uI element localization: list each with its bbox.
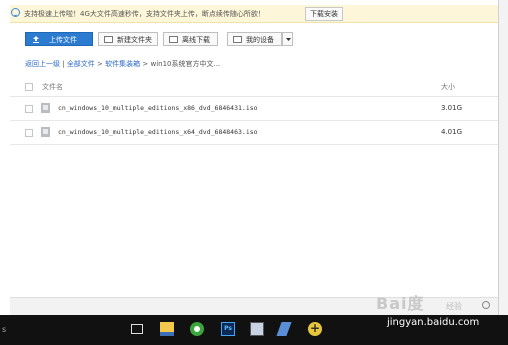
- column-header-name[interactable]: 文件名: [42, 82, 63, 92]
- table-header: 文件名 大小: [10, 77, 498, 97]
- my-device-label: 我的设备: [246, 36, 274, 44]
- row-checkbox[interactable]: [25, 105, 33, 113]
- caret-down-icon: [286, 38, 291, 41]
- upload-file-button[interactable]: 上传文件: [25, 32, 93, 46]
- file-icon: [41, 103, 50, 113]
- app-window-icon[interactable]: [250, 322, 264, 336]
- breadcrumb-arrow: >: [140, 60, 151, 68]
- row-checkbox[interactable]: [25, 129, 33, 137]
- status-strip: [10, 297, 498, 316]
- netdisk-window: 支持极速上传啦！4G大文件高速秒传，支持文件夹上传，断点续传随心所欲！ 下载安装…: [0, 0, 499, 316]
- refresh-icon[interactable]: [482, 301, 490, 309]
- upload-label: 上传文件: [49, 36, 77, 44]
- breadcrumb-separator: |: [60, 60, 67, 68]
- breadcrumb: 返回上一级 | 全部文件 > 软件集装箱 > win10系统官方中文...: [25, 59, 220, 69]
- notice-text: 支持极速上传啦！4G大文件高速秒传，支持文件夹上传，断点续传随心所欲！: [24, 10, 265, 18]
- feather-app-icon[interactable]: [276, 322, 292, 336]
- device-icon: [233, 36, 242, 43]
- plus-app-icon[interactable]: +: [308, 322, 322, 336]
- smile-icon: [11, 8, 20, 17]
- select-all-checkbox[interactable]: [25, 83, 33, 91]
- file-explorer-icon[interactable]: [160, 322, 174, 336]
- file-icon: [41, 127, 50, 137]
- breadcrumb-arrow: >: [94, 60, 106, 68]
- browser-icon[interactable]: [190, 322, 204, 336]
- folder-icon: [104, 36, 113, 43]
- window-edge: [499, 0, 508, 315]
- device-dropdown-toggle[interactable]: [282, 32, 293, 46]
- notice-bar: 支持极速上传啦！4G大文件高速秒传，支持文件夹上传，断点续传随心所欲！ 下载安装: [10, 5, 498, 23]
- offline-download-label: 离线下载: [182, 36, 210, 44]
- file-name[interactable]: cn_windows_10_multiple_editions_x64_dvd_…: [58, 128, 258, 136]
- column-header-size[interactable]: 大小: [441, 82, 455, 92]
- breadcrumb-back-link[interactable]: 返回上一级: [25, 60, 60, 68]
- breadcrumb-folder-link[interactable]: 软件集装箱: [105, 60, 140, 68]
- my-device-button[interactable]: 我的设备: [227, 32, 282, 46]
- breadcrumb-current: win10系统官方中文...: [150, 60, 221, 68]
- new-folder-button[interactable]: 新建文件夹: [98, 32, 158, 46]
- site-watermark: jingyan.baidu.com: [387, 317, 480, 328]
- table-row[interactable]: cn_windows_10_multiple_editions_x64_dvd_…: [10, 121, 498, 145]
- upload-icon: [33, 36, 39, 43]
- task-view-icon[interactable]: [131, 324, 143, 334]
- file-name[interactable]: cn_windows_10_multiple_editions_x86_dvd_…: [58, 104, 258, 112]
- photoshop-icon[interactable]: Ps: [221, 322, 235, 336]
- taskbar-left-text: s: [2, 325, 7, 334]
- watermark-tail: 经验: [446, 302, 462, 311]
- offline-download-button[interactable]: 离线下载: [163, 32, 218, 46]
- breadcrumb-all-files-link[interactable]: 全部文件: [67, 60, 95, 68]
- baidu-watermark-logo: Bai度: [376, 294, 425, 313]
- download-install-button[interactable]: 下载安装: [305, 7, 343, 21]
- new-folder-label: 新建文件夹: [117, 36, 152, 44]
- file-size: 4.01G: [441, 128, 463, 136]
- table-row[interactable]: cn_windows_10_multiple_editions_x86_dvd_…: [10, 97, 498, 121]
- file-size: 3.01G: [441, 104, 463, 112]
- download-icon: [169, 36, 178, 43]
